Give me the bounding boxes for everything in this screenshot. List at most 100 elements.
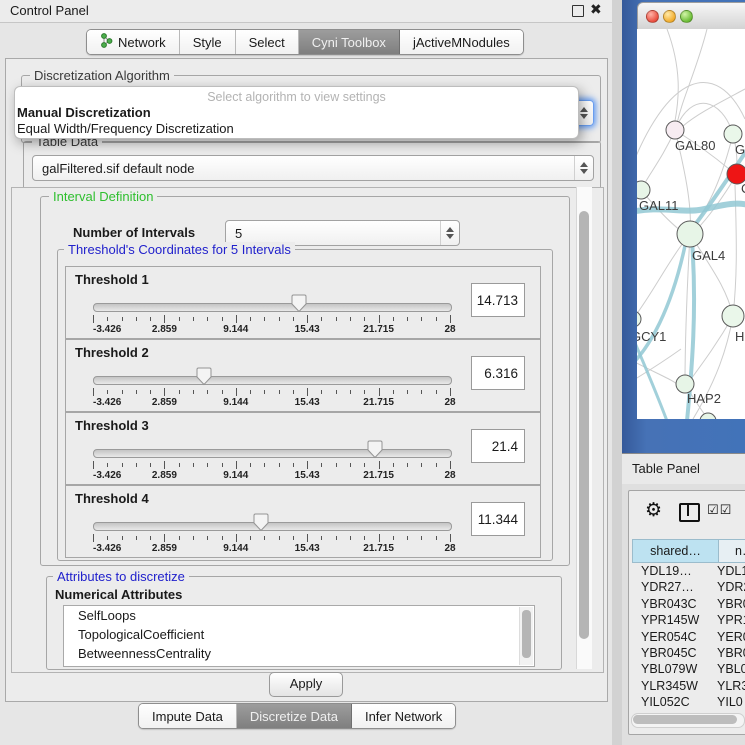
table-row[interactable]: YER054CYER0 bbox=[632, 629, 745, 645]
combobox-stepper-icon bbox=[574, 156, 593, 180]
zoom-traffic-icon[interactable] bbox=[680, 10, 693, 23]
table-header-row: shared… n… bbox=[632, 539, 745, 563]
settings-scrollbar[interactable] bbox=[576, 187, 592, 669]
table-cell[interactable]: YPR145W bbox=[632, 612, 717, 628]
tab-jactivemnodules[interactable]: jActiveMNodules bbox=[400, 30, 523, 54]
slider-track[interactable] bbox=[93, 522, 452, 531]
tab-label: Infer Network bbox=[365, 709, 442, 724]
list-item[interactable]: TopologicalCoefficient bbox=[64, 625, 534, 644]
column-header-shared-name[interactable]: shared… bbox=[632, 539, 719, 563]
table-cell[interactable]: YIL052C bbox=[632, 694, 717, 710]
table-cell[interactable]: YPR1 bbox=[717, 612, 745, 628]
table-horizontal-scrollbar[interactable] bbox=[631, 713, 745, 728]
select-columns-icon[interactable]: ☑☑ bbox=[707, 502, 732, 518]
table-row[interactable]: YBR043CYBR0 bbox=[632, 596, 745, 612]
gear-icon[interactable]: ⚙ bbox=[645, 499, 662, 522]
list-item[interactable]: SelfLoops bbox=[64, 606, 534, 625]
apply-button[interactable]: Apply bbox=[269, 672, 343, 697]
table-cell[interactable]: YDL1 bbox=[717, 563, 745, 579]
network-node[interactable] bbox=[637, 311, 641, 327]
network-node[interactable] bbox=[666, 121, 684, 139]
slider-thumb[interactable] bbox=[196, 367, 212, 386]
threshold-value-field[interactable]: 14.713 bbox=[471, 283, 525, 317]
table-data-group: Table Data galFiltered.sif default node bbox=[23, 141, 601, 191]
panel-title: Control Panel bbox=[10, 3, 89, 18]
tab-impute-data[interactable]: Impute Data bbox=[139, 704, 237, 728]
network-node[interactable] bbox=[677, 221, 703, 247]
table-body: YDL19…YDL1YDR27…YDR2YBR043CYBR0YPR145WYP… bbox=[632, 563, 745, 711]
threshold-value-field[interactable]: 21.4 bbox=[471, 429, 525, 463]
dropdown-option-equal-width[interactable]: Equal Width/Frequency Discretization bbox=[15, 121, 578, 137]
slider-thumb[interactable] bbox=[367, 440, 383, 459]
dropdown-option-manual[interactable]: Manual Discretization bbox=[15, 105, 578, 121]
table-cell[interactable]: YER054C bbox=[632, 629, 717, 645]
table-cell[interactable]: YBR0 bbox=[717, 596, 745, 612]
tab-label: Select bbox=[249, 35, 285, 50]
slider-thumb[interactable] bbox=[253, 513, 269, 532]
list-item[interactable]: BetweennessCentrality bbox=[64, 644, 534, 663]
table-cell[interactable]: YBR0 bbox=[717, 645, 745, 661]
algorithm-dropdown-popup: Select algorithm to view settings Manual… bbox=[14, 86, 579, 139]
table-row[interactable]: YDR27…YDR2 bbox=[632, 579, 745, 595]
threshold-slider[interactable]: -3.4262.8599.14415.4321.71528 bbox=[66, 486, 540, 557]
network-node[interactable] bbox=[700, 413, 716, 419]
table-cell[interactable]: YER0 bbox=[717, 629, 745, 645]
table-cell[interactable]: YDL19… bbox=[632, 563, 717, 579]
float-window-icon[interactable] bbox=[572, 5, 584, 17]
threshold-value-field[interactable]: 6.316 bbox=[471, 356, 525, 390]
numerical-attributes-label: Numerical Attributes bbox=[55, 587, 182, 602]
tab-cyni-toolbox[interactable]: Cyni Toolbox bbox=[299, 30, 400, 54]
table-row[interactable]: YBR045CYBR0 bbox=[632, 645, 745, 661]
table-cell[interactable]: YLR3 bbox=[717, 678, 745, 694]
slider-ticks bbox=[93, 315, 450, 324]
table-row[interactable]: YLR345WYLR3 bbox=[632, 678, 745, 694]
tab-network[interactable]: Network bbox=[87, 30, 180, 54]
tab-infer-network[interactable]: Infer Network bbox=[352, 704, 455, 728]
table-cell[interactable]: YBR045C bbox=[632, 645, 717, 661]
threshold-slider[interactable]: -3.4262.8599.14415.4321.71528 bbox=[66, 267, 540, 338]
table-cell[interactable]: YDR2 bbox=[717, 579, 745, 595]
table-row[interactable]: YDL19…YDL1 bbox=[632, 563, 745, 579]
close-icon[interactable]: ✖ bbox=[590, 1, 602, 18]
table-cell[interactable]: YBL079W bbox=[632, 661, 717, 677]
table-cell[interactable]: YBL0 bbox=[717, 661, 745, 677]
table-row[interactable]: YIL052CYIL0 bbox=[632, 694, 745, 710]
column-header-name[interactable]: n… bbox=[719, 539, 745, 563]
threshold-slider[interactable]: -3.4262.8599.14415.4321.71528 bbox=[66, 340, 540, 411]
list-scrollbar[interactable] bbox=[519, 607, 533, 665]
slider-track[interactable] bbox=[93, 303, 452, 312]
network-node[interactable] bbox=[637, 181, 650, 199]
panel-divider[interactable] bbox=[612, 0, 622, 745]
columns-icon[interactable] bbox=[679, 503, 700, 522]
tab-label: Discretize Data bbox=[250, 709, 338, 724]
table-cell[interactable]: YLR345W bbox=[632, 678, 717, 694]
network-node[interactable] bbox=[722, 305, 744, 327]
close-traffic-icon[interactable] bbox=[646, 10, 659, 23]
tab-select[interactable]: Select bbox=[236, 30, 299, 54]
slider-scale: -3.4262.8599.14415.4321.71528 bbox=[93, 543, 450, 555]
table-cell[interactable]: YIL0 bbox=[717, 694, 745, 710]
slider-track[interactable] bbox=[93, 376, 452, 385]
attributes-group: Attributes to discretize Numerical Attri… bbox=[46, 576, 562, 670]
table-cell[interactable]: YBR043C bbox=[632, 596, 717, 612]
interval-definition-label: Interval Definition bbox=[49, 189, 157, 204]
network-node[interactable] bbox=[724, 125, 742, 143]
table-row[interactable]: YBL079WYBL0 bbox=[632, 661, 745, 677]
network-window: GAL80GAGAL11CGAL4GCY1HHAP2 bbox=[622, 0, 745, 453]
slider-ticks bbox=[93, 388, 450, 397]
network-canvas[interactable]: GAL80GAGAL11CGAL4GCY1HHAP2 bbox=[637, 29, 745, 419]
minimize-traffic-icon[interactable] bbox=[663, 10, 676, 23]
slider-scale: -3.4262.8599.14415.4321.71528 bbox=[93, 397, 450, 409]
network-edge bbox=[641, 130, 675, 190]
threshold-value-field[interactable]: 11.344 bbox=[471, 502, 525, 536]
bottom-tab-bar: Impute Data Discretize Data Infer Networ… bbox=[138, 703, 456, 729]
table-data-combobox[interactable]: galFiltered.sif default node bbox=[32, 155, 594, 181]
table-cell[interactable]: YDR27… bbox=[632, 579, 717, 595]
table-row[interactable]: YPR145WYPR1 bbox=[632, 612, 745, 628]
tab-style[interactable]: Style bbox=[180, 30, 236, 54]
slider-track[interactable] bbox=[93, 449, 452, 458]
threshold-slider[interactable]: -3.4262.8599.14415.4321.71528 bbox=[66, 413, 540, 484]
tab-discretize-data[interactable]: Discretize Data bbox=[237, 704, 352, 728]
slider-thumb[interactable] bbox=[291, 294, 307, 313]
numerical-attributes-list[interactable]: SelfLoopsTopologicalCoefficientBetweenne… bbox=[63, 605, 535, 667]
